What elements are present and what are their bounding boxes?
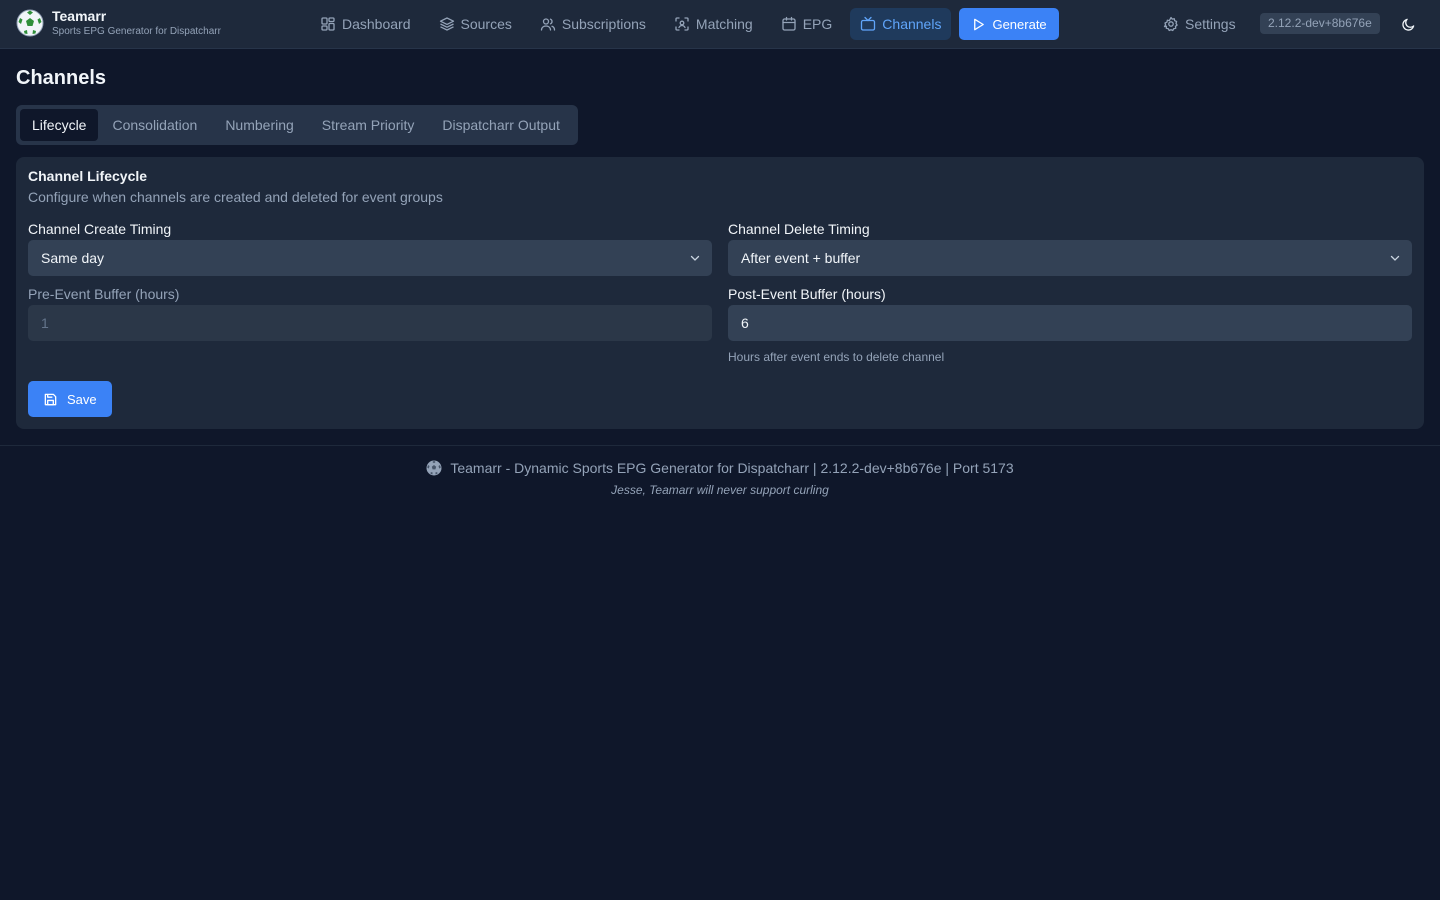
- post-buffer-label: Post-Event Buffer (hours): [728, 286, 886, 302]
- pre-buffer-input[interactable]: 1: [28, 305, 712, 341]
- settings-label: Settings: [1185, 16, 1236, 32]
- moon-icon: [1401, 18, 1414, 31]
- soccer-ball-icon: [426, 460, 442, 476]
- post-buffer-value: 6: [741, 315, 749, 331]
- tv-icon: [861, 16, 876, 31]
- delete-timing-value: After event + buffer: [741, 250, 861, 266]
- channel-tabs: Lifecycle Consolidation Numbering Stream…: [16, 105, 578, 145]
- create-timing-value: Same day: [41, 250, 105, 266]
- save-button[interactable]: Save: [28, 381, 112, 417]
- nav-matching[interactable]: Matching: [664, 8, 763, 40]
- nav-subscriptions-label: Subscriptions: [561, 16, 646, 32]
- app-title: Teamarr: [52, 8, 107, 24]
- users-icon: [540, 18, 556, 31]
- chevron-down-icon: [1390, 255, 1400, 261]
- nav-subscriptions[interactable]: Subscriptions: [530, 8, 656, 40]
- tab-lifecycle[interactable]: Lifecycle: [20, 109, 99, 141]
- delete-timing-label: Channel Delete Timing: [728, 221, 870, 237]
- pre-buffer-value: 1: [41, 315, 49, 331]
- nav-dashboard[interactable]: Dashboard: [310, 8, 421, 40]
- lifecycle-card: Channel Lifecycle Configure when channel…: [16, 157, 1424, 429]
- footer-quote: Jesse, Teamarr will never support curlin…: [611, 483, 829, 497]
- theme-toggle[interactable]: [1396, 12, 1420, 36]
- card-description: Configure when channels are created and …: [28, 189, 443, 205]
- page-title: Channels: [16, 67, 107, 89]
- create-timing-label: Channel Create Timing: [28, 221, 172, 237]
- generate-button-label: Generate: [992, 16, 1047, 32]
- tab-consolidation[interactable]: Consolidation: [98, 109, 211, 141]
- nav-sources[interactable]: Sources: [429, 8, 522, 40]
- app-subtitle: Sports EPG Generator for Dispatcharr: [52, 26, 221, 37]
- save-button-label: Save: [67, 391, 97, 407]
- tab-numbering[interactable]: Numbering: [211, 109, 307, 141]
- footer: Teamarr - Dynamic Sports EPG Generator f…: [0, 460, 1440, 476]
- card-title: Channel Lifecycle: [28, 168, 148, 184]
- brand[interactable]: Teamarr Sports EPG Generator for Dispatc…: [16, 8, 221, 38]
- nav-dashboard-label: Dashboard: [342, 16, 411, 32]
- tab-dispatcharr-output[interactable]: Dispatcharr Output: [428, 109, 574, 141]
- create-timing-select[interactable]: Same day: [28, 240, 712, 276]
- calendar-icon: [782, 16, 796, 31]
- top-navbar: Teamarr Sports EPG Generator for Dispatc…: [0, 0, 1440, 49]
- nav-epg[interactable]: EPG: [771, 8, 843, 40]
- gear-icon: [1163, 16, 1178, 32]
- nav-channels[interactable]: Channels: [850, 8, 952, 40]
- post-buffer-input[interactable]: 6: [728, 305, 1412, 341]
- version-badge: 2.12.2-dev+8b676e: [1260, 13, 1380, 34]
- footer-text: Teamarr - Dynamic Sports EPG Generator f…: [450, 460, 1014, 476]
- generate-button[interactable]: Generate: [959, 8, 1059, 40]
- main-nav: Dashboard Sources Subscriptions Matching: [310, 8, 1059, 40]
- layers-icon: [439, 17, 454, 31]
- scan-icon: [675, 17, 689, 31]
- tab-stream-priority[interactable]: Stream Priority: [308, 109, 429, 141]
- nav-epg-label: EPG: [802, 16, 833, 32]
- save-icon: [44, 393, 57, 405]
- dashboard-icon: [321, 17, 335, 31]
- delete-timing-select[interactable]: After event + buffer: [728, 240, 1412, 276]
- nav-sources-label: Sources: [460, 16, 512, 32]
- pre-buffer-label: Pre-Event Buffer (hours): [28, 286, 180, 302]
- nav-matching-label: Matching: [695, 16, 753, 32]
- nav-channels-label: Channels: [882, 16, 942, 32]
- chevron-down-icon: [690, 255, 700, 261]
- soccer-ball-logo-icon: [16, 9, 44, 37]
- post-buffer-hint: Hours after event ends to delete channel: [728, 350, 945, 364]
- play-icon: [974, 18, 985, 30]
- settings-link[interactable]: Settings: [1163, 8, 1236, 40]
- footer-divider: [0, 445, 1440, 446]
